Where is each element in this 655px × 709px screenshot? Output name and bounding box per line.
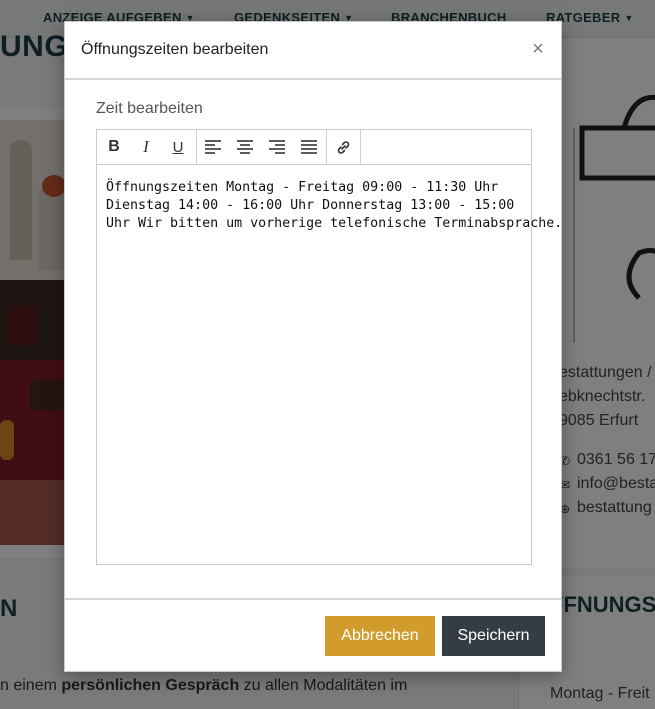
link-button[interactable]	[327, 130, 359, 164]
dialog-footer: Abbrechen Speichern	[65, 598, 561, 671]
cancel-button[interactable]: Abbrechen	[325, 616, 435, 656]
editor-toolbar: B I U	[97, 130, 531, 165]
align-right-icon	[269, 140, 285, 154]
close-button[interactable]: ×	[529, 38, 547, 60]
save-button[interactable]: Speichern	[442, 616, 545, 656]
underline-button[interactable]: U	[162, 130, 194, 164]
editor-content[interactable]: Öffnungszeiten Montag - Freitag 09:00 - …	[106, 179, 562, 233]
align-left-button[interactable]	[197, 130, 229, 164]
rich-text-editor: B I U Öffnungszeiten Montag - Freitag 09…	[96, 129, 562, 565]
align-center-button[interactable]	[229, 130, 261, 164]
align-center-icon	[237, 140, 253, 154]
italic-icon: I	[143, 137, 149, 156]
bold-button[interactable]: B	[98, 130, 130, 164]
dialog-title: Öffnungszeiten bearbeiten	[81, 41, 269, 58]
edit-hours-dialog: Öffnungszeiten bearbeiten × Zeit bearbei…	[64, 21, 562, 672]
align-right-button[interactable]	[261, 130, 293, 164]
link-icon	[337, 140, 349, 154]
italic-button[interactable]: I	[130, 130, 162, 164]
dialog-header: Öffnungszeiten bearbeiten ×	[65, 22, 561, 80]
justify-icon	[301, 140, 317, 154]
toolbar-divider	[360, 130, 361, 164]
underline-icon: U	[172, 138, 184, 156]
justify-button[interactable]	[293, 130, 325, 164]
bold-icon: B	[108, 138, 120, 155]
align-left-icon	[205, 140, 221, 154]
field-label: Zeit bearbeiten	[96, 100, 203, 117]
